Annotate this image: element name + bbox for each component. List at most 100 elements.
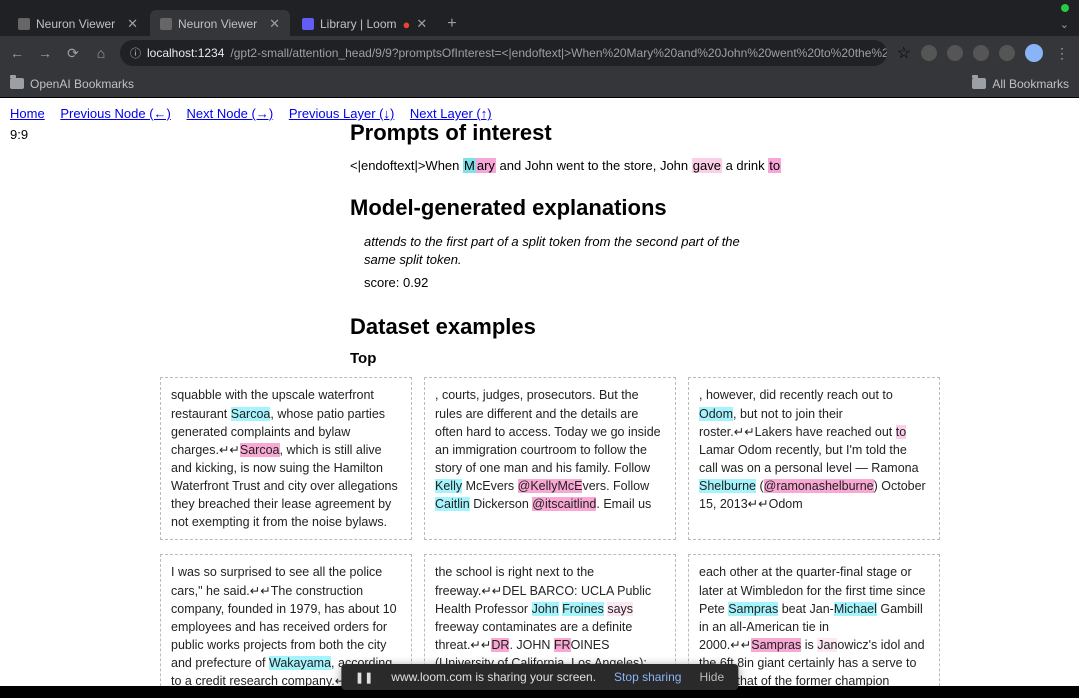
token-highlight: Sampras bbox=[728, 602, 778, 616]
site-info-icon[interactable]: ⓘ bbox=[130, 45, 141, 61]
token-highlight: @KellyMcE bbox=[518, 479, 583, 493]
prev-layer-link[interactable]: Previous Layer (↓) bbox=[289, 106, 394, 121]
example-text: . Email us bbox=[596, 497, 651, 511]
bookmark-folder[interactable]: OpenAI Bookmarks bbox=[10, 77, 134, 91]
prompts-heading: Prompts of interest bbox=[350, 120, 1069, 146]
extension-icon[interactable] bbox=[999, 45, 1015, 61]
token-highlight: says bbox=[607, 602, 633, 616]
pause-icon[interactable]: ❚❚ bbox=[355, 671, 373, 684]
hide-banner-button[interactable]: Hide bbox=[699, 670, 724, 684]
browser-tabbar: Neuron Viewer ✕ Neuron Viewer ✕ Library … bbox=[0, 0, 1079, 36]
extension-icon[interactable] bbox=[947, 45, 963, 61]
example-card: , however, did recently reach out to Odo… bbox=[688, 377, 940, 540]
example-text: I was so surprised to see all the police… bbox=[171, 565, 397, 670]
extension-icon[interactable] bbox=[921, 45, 937, 61]
example-text: , courts, judges, prosecutors. But the r… bbox=[435, 388, 661, 475]
example-text: is bbox=[801, 638, 817, 652]
close-icon[interactable]: ✕ bbox=[416, 16, 427, 32]
browser-tab[interactable]: Neuron Viewer ✕ bbox=[150, 10, 290, 38]
browser-tab[interactable]: Neuron Viewer ✕ bbox=[8, 10, 148, 38]
example-cards-row: squabble with the upscale waterfront res… bbox=[160, 377, 1069, 540]
home-link[interactable]: Home bbox=[10, 106, 45, 121]
model-explanations-heading: Model-generated explanations bbox=[350, 195, 1069, 221]
token-highlight: Sarcoa bbox=[240, 443, 280, 457]
token-highlight: DR bbox=[491, 638, 509, 652]
top-subheading: Top bbox=[350, 350, 1069, 367]
token-highlight: M bbox=[463, 158, 476, 173]
token-highlight: Kelly bbox=[435, 479, 462, 493]
page-content: Home Previous Node (←) Next Node (→) Pre… bbox=[0, 98, 1079, 686]
prompt-text: and John went to the store, John bbox=[496, 158, 692, 173]
token-highlight: to bbox=[896, 425, 906, 439]
tab-title: Library | Loom bbox=[320, 17, 396, 31]
toolbar-right: ⋮ bbox=[921, 44, 1071, 62]
prompt-line: <|endoftext|>When Mary and John went to … bbox=[350, 158, 1069, 173]
token-highlight: to bbox=[768, 158, 781, 173]
browser-tab[interactable]: Library | Loom ● ✕ bbox=[292, 10, 437, 38]
close-icon[interactable]: ✕ bbox=[269, 16, 280, 32]
url-path: /gpt2-small/attention_head/9/9?promptsOf… bbox=[230, 46, 886, 60]
score-label: score: bbox=[364, 275, 403, 290]
menu-icon[interactable]: ⋮ bbox=[1053, 45, 1071, 62]
new-tab-button[interactable]: + bbox=[439, 15, 464, 33]
example-text: beat Jan- bbox=[778, 602, 834, 616]
favicon bbox=[18, 18, 30, 30]
url-host: localhost:1234 bbox=[147, 46, 224, 60]
next-node-link[interactable]: Next Node (→) bbox=[186, 106, 273, 121]
mac-window-controls bbox=[1061, 4, 1069, 12]
token-highlight: FR bbox=[554, 638, 571, 652]
token-highlight: Wakayama bbox=[269, 656, 331, 670]
example-text: , however, did recently reach out to bbox=[699, 388, 893, 402]
token-highlight: gave bbox=[692, 158, 722, 173]
prompt-text: a drink bbox=[722, 158, 768, 173]
favicon bbox=[302, 18, 314, 30]
explanation-text: attends to the first part of a split tok… bbox=[364, 233, 744, 269]
token-highlight: Jan bbox=[817, 638, 837, 652]
token-highlight: Sampras bbox=[751, 638, 801, 652]
bookmark-star-icon[interactable]: ☆ bbox=[897, 43, 911, 63]
example-card: squabble with the upscale waterfront res… bbox=[160, 377, 412, 540]
favicon bbox=[160, 18, 172, 30]
main-column: Prompts of interest <|endoftext|>When Ma… bbox=[350, 120, 1069, 686]
prompt-text: <|endoftext|>When bbox=[350, 158, 463, 173]
home-button[interactable]: ⌂ bbox=[92, 45, 110, 61]
share-message: www.loom.com is sharing your screen. bbox=[391, 670, 596, 684]
token-highlight: Shelburne bbox=[699, 479, 756, 493]
example-text: Dickerson bbox=[470, 497, 533, 511]
bookmark-label: All Bookmarks bbox=[992, 77, 1069, 91]
example-text: . JOHN bbox=[509, 638, 553, 652]
token-highlight: Michael bbox=[834, 602, 877, 616]
example-text: Lamar Odom recently, but I'm told the ca… bbox=[699, 443, 919, 475]
tab-title: Neuron Viewer bbox=[36, 17, 115, 31]
token-highlight: ary bbox=[476, 158, 496, 173]
bookmarks-bar: OpenAI Bookmarks All Bookmarks bbox=[0, 70, 1079, 98]
forward-button[interactable]: → bbox=[36, 45, 54, 61]
tab-title: Neuron Viewer bbox=[178, 17, 257, 31]
score-value: 0.92 bbox=[403, 275, 428, 290]
score-line: score: 0.92 bbox=[364, 275, 1069, 290]
back-button[interactable]: ← bbox=[8, 45, 26, 61]
extension-icon[interactable] bbox=[973, 45, 989, 61]
folder-icon bbox=[10, 78, 24, 89]
address-bar-row: ← → ⟳ ⌂ ⓘ localhost:1234/gpt2-small/atte… bbox=[0, 36, 1079, 70]
nav-links: Home Previous Node (←) Next Node (→) Pre… bbox=[10, 106, 1069, 121]
close-icon[interactable]: ✕ bbox=[127, 16, 138, 32]
token-highlight: @ramonashelburne bbox=[764, 479, 874, 493]
profile-avatar[interactable] bbox=[1025, 44, 1043, 62]
example-text: vers. Follow bbox=[582, 479, 649, 493]
token-highlight: Odom bbox=[699, 407, 733, 421]
token-highlight: Sarcoa bbox=[231, 407, 271, 421]
next-layer-link[interactable]: Next Layer (↑) bbox=[410, 106, 492, 121]
folder-icon bbox=[972, 78, 986, 89]
prev-node-link[interactable]: Previous Node (←) bbox=[60, 106, 171, 121]
token-highlight: Froines bbox=[562, 602, 604, 616]
all-bookmarks-button[interactable]: All Bookmarks bbox=[972, 77, 1069, 91]
tab-dropdown-icon[interactable]: ⌄ bbox=[1050, 18, 1079, 31]
stop-sharing-button[interactable]: Stop sharing bbox=[614, 670, 681, 684]
recording-icon: ● bbox=[402, 17, 410, 32]
bookmark-label: OpenAI Bookmarks bbox=[30, 77, 134, 91]
reload-button[interactable]: ⟳ bbox=[64, 45, 82, 62]
example-card: , courts, judges, prosecutors. But the r… bbox=[424, 377, 676, 540]
url-bar[interactable]: ⓘ localhost:1234/gpt2-small/attention_he… bbox=[120, 40, 887, 66]
screen-share-banner: ❚❚ www.loom.com is sharing your screen. … bbox=[341, 664, 738, 690]
